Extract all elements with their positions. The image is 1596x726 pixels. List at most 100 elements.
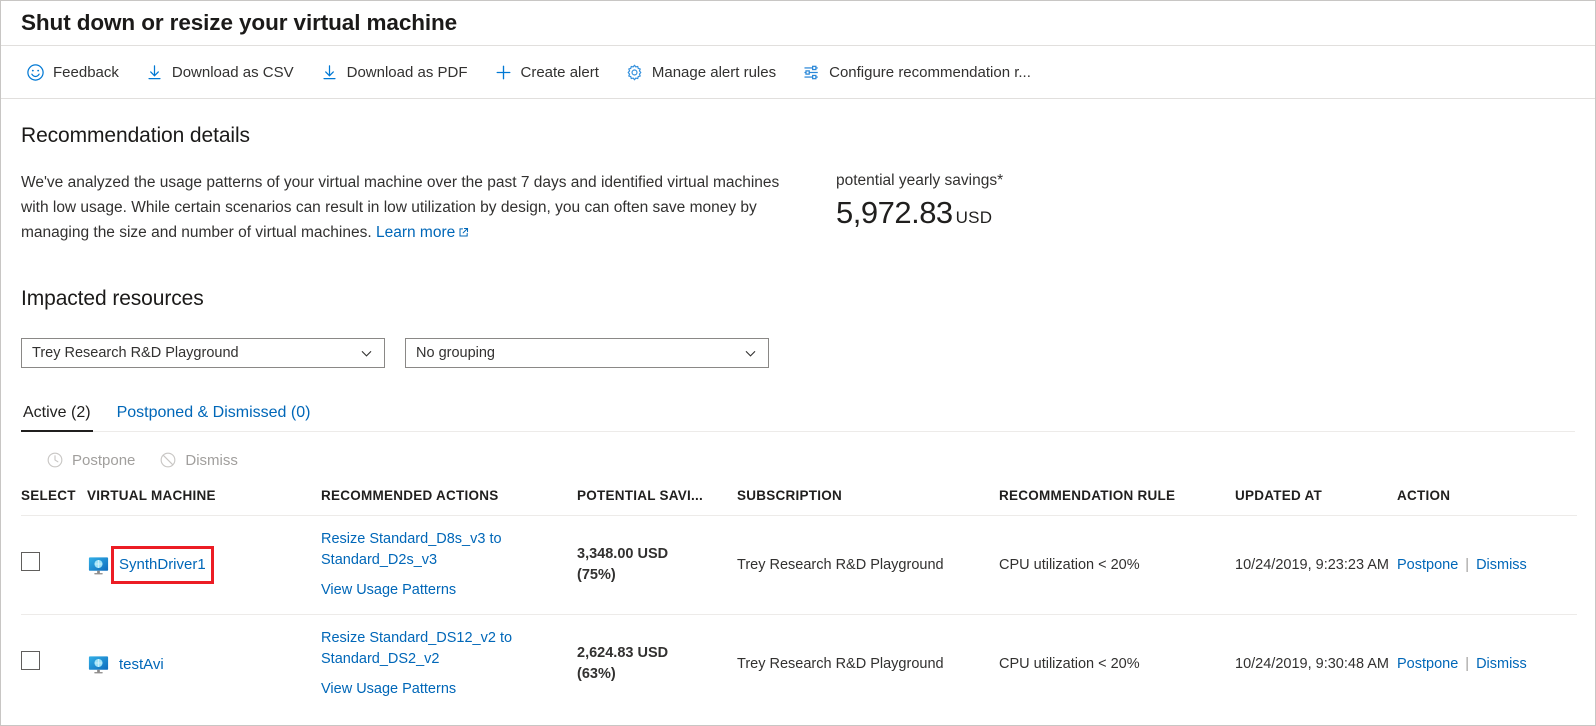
- grid-command-bar: Postpone Dismiss: [21, 446, 1575, 474]
- download-csv-button[interactable]: Download as CSV: [134, 57, 305, 88]
- row-recommended-actions-cell: Resize Standard_D8s_v3 to Standard_D2s_v…: [321, 516, 577, 615]
- external-link-icon: [458, 221, 469, 232]
- potential-savings-currency: USD: [956, 208, 993, 227]
- table-body: SynthDriver1 Resize Standard_D8s_v3 to S…: [21, 516, 1577, 714]
- configure-recommendation-rules-button[interactable]: Configure recommendation r...: [791, 57, 1042, 88]
- table-row: SynthDriver1 Resize Standard_D8s_v3 to S…: [21, 516, 1577, 615]
- column-header-potential-savings: POTENTIAL SAVI...: [577, 488, 737, 516]
- download-pdf-button[interactable]: Download as PDF: [309, 57, 479, 88]
- row-subscription-cell: Trey Research R&D Playground: [737, 615, 999, 714]
- dismiss-bulk-button[interactable]: Dismiss: [152, 446, 245, 474]
- row-action-cell: Postpone | Dismiss: [1397, 615, 1577, 714]
- impacted-resources-table: SELECT VIRTUAL MACHINE RECOMMENDED ACTIO…: [21, 488, 1577, 713]
- page-titlebar: Shut down or resize your virtual machine: [1, 1, 1595, 46]
- vm-name-link[interactable]: testAvi: [119, 654, 164, 676]
- tab-postponed-dismissed[interactable]: Postponed & Dismissed (0): [115, 404, 313, 431]
- potential-savings-label: potential yearly savings*: [836, 172, 1003, 191]
- download-pdf-label: Download as PDF: [347, 64, 468, 81]
- block-icon: [159, 451, 177, 469]
- vm-name-link[interactable]: SynthDriver1: [119, 554, 206, 576]
- sliders-icon: [802, 63, 821, 82]
- virtual-machine-icon: [87, 554, 110, 577]
- column-header-virtual-machine: VIRTUAL MACHINE: [87, 488, 321, 516]
- row-postpone-link[interactable]: Postpone: [1397, 654, 1458, 675]
- row-savings-amount: 2,624.83 USD: [577, 643, 729, 664]
- row-rule-cell: CPU utilization < 20%: [999, 516, 1235, 615]
- row-select-cell: [21, 516, 87, 615]
- row-updated-at-cell: 10/24/2019, 9:23:23 AM: [1235, 516, 1397, 615]
- row-savings-percent: (75%): [577, 565, 729, 586]
- subscription-filter-dropdown[interactable]: Trey Research R&D Playground: [21, 338, 385, 368]
- grouping-filter-dropdown[interactable]: No grouping: [405, 338, 769, 368]
- potential-savings-amount: 5,972.83USD: [836, 197, 1003, 228]
- table-header-row: SELECT VIRTUAL MACHINE RECOMMENDED ACTIO…: [21, 488, 1577, 516]
- postpone-bulk-label: Postpone: [72, 452, 135, 469]
- column-header-action: ACTION: [1397, 488, 1577, 516]
- column-header-recommended-actions: RECOMMENDED ACTIONS: [321, 488, 577, 516]
- row-recommended-actions-cell: Resize Standard_DS12_v2 to Standard_DS2_…: [321, 615, 577, 714]
- chevron-down-icon: [359, 346, 374, 361]
- feedback-label: Feedback: [53, 64, 119, 81]
- learn-more-link[interactable]: Learn more: [376, 224, 455, 241]
- create-alert-button[interactable]: Create alert: [483, 57, 610, 88]
- row-select-cell: [21, 615, 87, 714]
- row-updated-at-cell: 10/24/2019, 9:30:48 AM: [1235, 615, 1397, 714]
- table-header: SELECT VIRTUAL MACHINE RECOMMENDED ACTIO…: [21, 488, 1577, 516]
- recommended-action-link[interactable]: Resize Standard_D8s_v3 to Standard_D2s_v…: [321, 529, 569, 571]
- impacted-resources-heading: Impacted resources: [21, 287, 1575, 311]
- potential-savings-value: 5,972.83: [836, 195, 953, 230]
- postpone-bulk-button[interactable]: Postpone: [39, 446, 142, 474]
- clock-icon: [46, 451, 64, 469]
- row-vm-cell: testAvi: [87, 615, 321, 714]
- row-dismiss-link[interactable]: Dismiss: [1476, 555, 1527, 576]
- view-usage-patterns-link[interactable]: View Usage Patterns: [321, 580, 569, 601]
- column-header-select: SELECT: [21, 488, 87, 516]
- row-savings-cell: 3,348.00 USD (75%): [577, 516, 737, 615]
- row-vm-cell: SynthDriver1: [87, 516, 321, 615]
- chevron-down-icon: [743, 346, 758, 361]
- action-separator: |: [1465, 654, 1469, 675]
- column-header-updated-at: UPDATED AT: [1235, 488, 1397, 516]
- command-bar: Feedback Download as CSV Download as PDF: [1, 46, 1595, 99]
- table-row: testAvi Resize Standard_DS12_v2 to Stand…: [21, 615, 1577, 714]
- manage-alert-rules-label: Manage alert rules: [652, 64, 776, 81]
- column-header-recommendation-rule: RECOMMENDATION RULE: [999, 488, 1235, 516]
- feedback-button[interactable]: Feedback: [15, 57, 130, 88]
- recommendation-details-row: We've analyzed the usage patterns of you…: [21, 170, 1575, 245]
- download-icon: [320, 63, 339, 82]
- row-subscription-cell: Trey Research R&D Playground: [737, 516, 999, 615]
- dismiss-bulk-label: Dismiss: [185, 452, 238, 469]
- tab-active[interactable]: Active (2): [21, 404, 93, 431]
- row-action-cell: Postpone | Dismiss: [1397, 516, 1577, 615]
- row-postpone-link[interactable]: Postpone: [1397, 555, 1458, 576]
- potential-savings-block: potential yearly savings* 5,972.83USD: [836, 170, 1003, 228]
- resource-tabs: Active (2) Postponed & Dismissed (0): [21, 404, 1575, 432]
- view-usage-patterns-link[interactable]: View Usage Patterns: [321, 679, 569, 700]
- smiley-icon: [26, 63, 45, 82]
- recommendation-description: We've analyzed the usage patterns of you…: [21, 170, 811, 245]
- plus-icon: [494, 63, 513, 82]
- column-header-subscription: SUBSCRIPTION: [737, 488, 999, 516]
- row-rule-cell: CPU utilization < 20%: [999, 615, 1235, 714]
- filters-row: Trey Research R&D Playground No grouping: [21, 338, 1575, 368]
- configure-recommendation-rules-label: Configure recommendation r...: [829, 64, 1031, 81]
- action-separator: |: [1465, 555, 1469, 576]
- row-savings-percent: (63%): [577, 664, 729, 685]
- gear-icon: [625, 63, 644, 82]
- row-checkbox[interactable]: [21, 651, 40, 670]
- subscription-filter-value: Trey Research R&D Playground: [32, 345, 239, 361]
- recommended-action-link[interactable]: Resize Standard_DS12_v2 to Standard_DS2_…: [321, 628, 569, 670]
- recommendation-details-heading: Recommendation details: [21, 124, 1575, 148]
- row-savings-cell: 2,624.83 USD (63%): [577, 615, 737, 714]
- download-csv-label: Download as CSV: [172, 64, 294, 81]
- page-content: Recommendation details We've analyzed th…: [1, 124, 1595, 713]
- create-alert-label: Create alert: [521, 64, 599, 81]
- virtual-machine-icon: [87, 653, 110, 676]
- row-dismiss-link[interactable]: Dismiss: [1476, 654, 1527, 675]
- manage-alert-rules-button[interactable]: Manage alert rules: [614, 57, 787, 88]
- page-title: Shut down or resize your virtual machine: [21, 10, 457, 36]
- grouping-filter-value: No grouping: [416, 345, 495, 361]
- row-checkbox[interactable]: [21, 552, 40, 571]
- row-savings-amount: 3,348.00 USD: [577, 544, 729, 565]
- download-icon: [145, 63, 164, 82]
